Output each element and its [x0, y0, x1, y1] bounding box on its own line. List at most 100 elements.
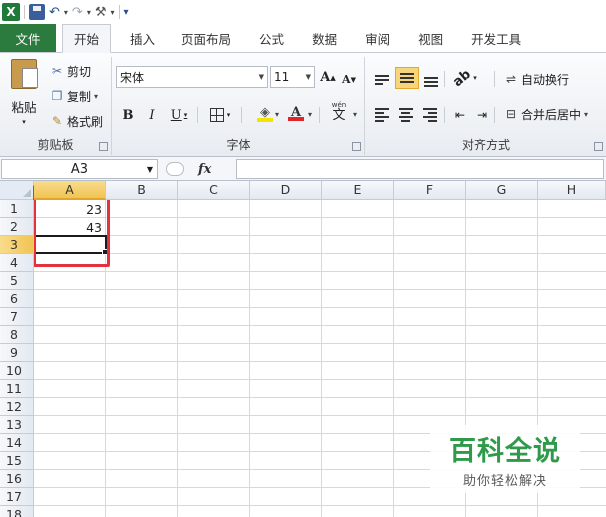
- shrink-font-button[interactable]: A ▼: [341, 68, 357, 90]
- alignment-launcher-icon[interactable]: [594, 142, 603, 151]
- underline-button[interactable]: U ▾: [167, 104, 191, 126]
- phonetic-dropdown-icon[interactable]: ▾: [353, 110, 357, 119]
- tools-icon[interactable]: ⚒: [95, 3, 107, 21]
- undo-icon[interactable]: ↶: [49, 3, 60, 21]
- row-header-10[interactable]: 10: [0, 362, 34, 380]
- align-bottom-button[interactable]: [421, 71, 441, 93]
- row-header-3[interactable]: 3: [0, 236, 34, 254]
- expand-handle-icon[interactable]: [166, 162, 184, 176]
- font-size-value: 11: [274, 70, 290, 84]
- copy-button[interactable]: ❐ 复制 ▾: [50, 86, 98, 106]
- fill-color-swatch: [257, 117, 273, 122]
- paste-dropdown-icon[interactable]: ▾: [6, 118, 42, 126]
- tab-page-layout[interactable]: 页面布局: [170, 24, 242, 52]
- wrap-text-button[interactable]: ⇌ 自动换行: [504, 69, 569, 89]
- column-header-e[interactable]: E: [322, 181, 394, 200]
- row-header-14[interactable]: 14: [0, 434, 34, 452]
- chevron-down-icon: ▼: [305, 73, 311, 81]
- font-name-value: 宋体: [120, 70, 145, 85]
- orientation-button[interactable]: ab ▾: [450, 66, 480, 89]
- undo-dropdown-icon[interactable]: ▾: [64, 8, 68, 17]
- tab-data[interactable]: 数据: [301, 24, 348, 52]
- row-header-13[interactable]: 13: [0, 416, 34, 434]
- row-header-15[interactable]: 15: [0, 452, 34, 470]
- row-header-4[interactable]: 4: [0, 254, 34, 272]
- column-header-b[interactable]: B: [106, 181, 178, 200]
- align-left-button[interactable]: [372, 104, 392, 126]
- font-launcher-icon[interactable]: [352, 142, 361, 151]
- row-header-8[interactable]: 8: [0, 326, 34, 344]
- italic-button[interactable]: I: [143, 104, 161, 126]
- tab-formulas[interactable]: 公式: [248, 24, 295, 52]
- formula-input[interactable]: [236, 159, 604, 179]
- column-header-a[interactable]: A: [34, 181, 106, 200]
- format-painter-button[interactable]: ✎ 格式刷: [50, 111, 103, 131]
- merge-dropdown-icon[interactable]: ▾: [584, 110, 588, 119]
- column-header-d[interactable]: D: [250, 181, 322, 200]
- font-group-label: 字体: [226, 138, 251, 152]
- font-divider: [241, 107, 242, 123]
- alignment-group: ab ▾ ⇌ 自动换行 ⇤ ⇥ ⊟ 合并后居中 ▾ 对齐方式: [366, 57, 606, 155]
- italic-icon: I: [149, 107, 155, 123]
- select-all-button[interactable]: [0, 181, 34, 200]
- wrap-text-icon: ⇌: [505, 72, 517, 86]
- name-box[interactable]: A3 ▼: [1, 159, 158, 179]
- row-header-2[interactable]: 2: [0, 218, 34, 236]
- cut-button[interactable]: ✂ 剪切: [50, 61, 91, 81]
- font-size-select[interactable]: 11 ▼: [270, 66, 315, 88]
- merge-center-button[interactable]: ⊟ 合并后居中 ▾: [504, 104, 588, 124]
- excel-logo-icon[interactable]: X: [2, 3, 20, 21]
- tab-insert[interactable]: 插入: [119, 24, 166, 52]
- copy-dropdown-icon[interactable]: ▾: [94, 92, 98, 101]
- borders-button[interactable]: ▾: [205, 104, 235, 126]
- column-header-c[interactable]: C: [178, 181, 250, 200]
- column-header-g[interactable]: G: [466, 181, 538, 200]
- font-color-button[interactable]: A: [285, 102, 307, 124]
- grow-font-button[interactable]: A ▲: [319, 66, 337, 88]
- column-header-h[interactable]: H: [538, 181, 606, 200]
- tab-developer[interactable]: 开发工具: [460, 24, 532, 52]
- paste-button[interactable]: 粘贴 ▾: [6, 59, 42, 126]
- tools-dropdown-icon[interactable]: ▾: [111, 8, 115, 17]
- chevron-down-icon[interactable]: ▼: [147, 165, 153, 174]
- column-header-f[interactable]: F: [394, 181, 466, 200]
- tab-home[interactable]: 开始: [62, 24, 112, 53]
- row-header-5[interactable]: 5: [0, 272, 34, 290]
- align-top-button[interactable]: [372, 69, 392, 91]
- tab-review[interactable]: 审阅: [354, 24, 401, 52]
- insert-function-button[interactable]: fx: [198, 162, 211, 177]
- align-right-button[interactable]: [420, 104, 440, 126]
- merge-center-label: 合并后居中: [521, 107, 582, 122]
- row-header-11[interactable]: 11: [0, 380, 34, 398]
- align-center-button[interactable]: [396, 104, 416, 126]
- clipboard-launcher-icon[interactable]: [99, 142, 108, 151]
- phonetic-guide-button[interactable]: wén 文: [325, 101, 353, 123]
- font-name-select[interactable]: 宋体 ▼: [116, 66, 268, 88]
- increase-indent-button[interactable]: ⇥: [472, 104, 492, 126]
- row-header-17[interactable]: 17: [0, 488, 34, 506]
- row-header-6[interactable]: 6: [0, 290, 34, 308]
- redo-icon[interactable]: ↷: [72, 3, 83, 21]
- format-painter-label: 格式刷: [67, 114, 104, 129]
- font-color-dropdown-icon[interactable]: ▾: [308, 110, 312, 119]
- scissors-icon: ✂: [51, 64, 63, 78]
- copy-icon: ❐: [51, 89, 63, 103]
- customize-qat-icon[interactable]: ▾: [124, 3, 129, 21]
- clipboard-group-label: 剪贴板: [37, 138, 74, 152]
- row-header-18[interactable]: 18: [0, 506, 34, 517]
- row-header-12[interactable]: 12: [0, 398, 34, 416]
- align-middle-button[interactable]: [395, 67, 419, 89]
- tab-view[interactable]: 视图: [407, 24, 454, 52]
- brush-icon: ✎: [51, 114, 63, 128]
- tab-file[interactable]: 文件: [0, 24, 56, 52]
- formula-bar: A3 ▼ fx: [0, 157, 606, 181]
- row-header-16[interactable]: 16: [0, 470, 34, 488]
- fill-color-dropdown-icon[interactable]: ▾: [275, 110, 279, 119]
- redo-dropdown-icon[interactable]: ▾: [87, 8, 91, 17]
- save-icon[interactable]: [29, 3, 45, 21]
- row-header-1[interactable]: 1: [0, 200, 34, 218]
- bold-button[interactable]: B: [119, 104, 137, 126]
- row-header-7[interactable]: 7: [0, 308, 34, 326]
- decrease-indent-button[interactable]: ⇤: [450, 104, 470, 126]
- row-header-9[interactable]: 9: [0, 344, 34, 362]
